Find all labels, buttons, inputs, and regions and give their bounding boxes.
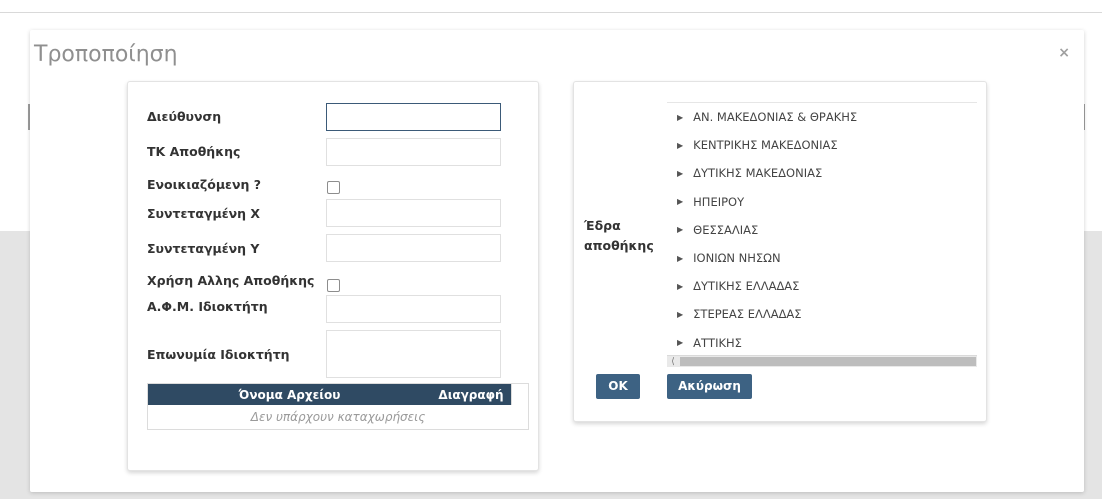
owner-name-textarea[interactable] xyxy=(326,330,501,378)
region-tree-item[interactable]: ▶ ΣΤΕΡΕΑΣ ΕΛΛΑΔΑΣ xyxy=(667,300,977,328)
caret-right-icon[interactable]: ▶ xyxy=(677,197,683,206)
caret-right-icon[interactable]: ▶ xyxy=(677,169,683,178)
region-tree-item[interactable]: ▶ ΑΤΤΙΚΗΣ xyxy=(667,329,977,357)
warehouse-postcode-input[interactable] xyxy=(326,138,501,166)
modal-title: Τροποποίηση xyxy=(34,42,178,67)
column-header-delete[interactable]: Διαγραφή xyxy=(431,388,511,402)
files-table-header: Όνομα Αρχείου Διαγραφή xyxy=(148,384,528,405)
caret-right-icon[interactable]: ▶ xyxy=(677,225,683,234)
region-tree-item[interactable]: ▶ ΗΠΕΙΡΟΥ xyxy=(667,188,977,216)
region-tree-list: ▶ ΑΝ. ΜΑΚΕΔΟΝΙΑΣ & ΘΡΑΚΗΣ ▶ ΚΕΝΤΡΙΚΗΣ ΜΑΚΕΔ… xyxy=(667,103,977,357)
column-header-spacer xyxy=(511,384,528,405)
caret-right-icon[interactable]: ▶ xyxy=(677,338,683,347)
owner-vat-input[interactable] xyxy=(326,295,501,323)
rented-checkbox[interactable] xyxy=(327,181,340,194)
region-tree-item-label: ΙΟΝΙΩΝ ΝΗΣΩΝ xyxy=(693,251,781,266)
caret-right-icon[interactable]: ▶ xyxy=(677,254,683,263)
region-tree-scrollbar[interactable]: ⟨ xyxy=(667,355,977,367)
region-tree-item-label: ΘΕΣΣΑΛΙΑΣ xyxy=(693,222,759,237)
form-panel: Διεύθυνση ΤΚ Αποθήκης Ενοικιαζόμενη ? Συ… xyxy=(127,81,539,471)
region-tree-item[interactable]: ▶ ΙΟΝΙΩΝ ΝΗΣΩΝ xyxy=(667,244,977,272)
region-tree-item-label: ΔΥΤΙΚΗΣ ΜΑΚΕΔΟΝΙΑΣ xyxy=(693,166,823,181)
region-tree-item-label: ΚΕΝΤΡΙΚΗΣ ΜΑΚΕΔΟΝΙΑΣ xyxy=(693,138,838,153)
region-tree-item-label: ΑΤΤΙΚΗΣ xyxy=(693,335,742,350)
scrollbar-thumb[interactable] xyxy=(680,357,976,366)
region-tree-item-label: ΔΥΤΙΚΗΣ ΕΛΛΑΔΑΣ xyxy=(693,279,800,294)
owner-vat-label: Α.Φ.Μ. Ιδιοκτήτη xyxy=(147,299,268,314)
warehouse-postcode-label: ΤΚ Αποθήκης xyxy=(147,144,241,159)
region-tree-item[interactable]: ▶ ΚΕΝΤΡΙΚΗΣ ΜΑΚΕΔΟΝΙΑΣ xyxy=(667,131,977,159)
coordinate-y-label: Συντεταγμένη Υ xyxy=(147,241,260,256)
region-tree-item[interactable]: ▶ ΔΥΤΙΚΗΣ ΕΛΛΑΔΑΣ xyxy=(667,272,977,300)
coordinate-x-label: Συντεταγμένη Χ xyxy=(147,206,261,221)
files-table: Όνομα Αρχείου Διαγραφή Δεν υπάρχουν κατα… xyxy=(147,383,529,430)
coordinate-x-input[interactable] xyxy=(326,199,501,227)
region-panel: Έδρα αποθήκης ▶ ΑΝ. ΜΑΚΕΔΟΝΙΑΣ & ΘΡΑΚΗΣ ▶ Κ… xyxy=(573,81,987,422)
region-tree[interactable]: ▶ ΑΝ. ΜΑΚΕΔΟΝΙΑΣ & ΘΡΑΚΗΣ ▶ ΚΕΝΤΡΙΚΗΣ ΜΑΚΕΔ… xyxy=(667,102,977,367)
address-input[interactable] xyxy=(326,103,501,131)
region-tree-item[interactable]: ▶ ΘΕΣΣΑΛΙΑΣ xyxy=(667,216,977,244)
other-warehouse-checkbox[interactable] xyxy=(327,279,340,292)
region-tree-item-label: ΗΠΕΙΡΟΥ xyxy=(693,194,745,209)
rented-label: Ενοικιαζόμενη ? xyxy=(147,177,261,192)
region-tree-item-label: ΣΤΕΡΕΑΣ ΕΛΛΑΔΑΣ xyxy=(693,307,802,322)
caret-right-icon[interactable]: ▶ xyxy=(677,282,683,291)
region-tree-item[interactable]: ▶ ΔΥΤΙΚΗΣ ΜΑΚΕΔΟΝΙΑΣ xyxy=(667,159,977,187)
ok-button[interactable]: OK xyxy=(596,374,640,399)
caret-right-icon[interactable]: ▶ xyxy=(677,310,683,319)
owner-name-label: Επωνυμία Ιδιοκτήτη xyxy=(147,347,290,362)
chevron-left-icon[interactable]: ⟨ xyxy=(667,356,679,367)
edit-modal: Τροποποίηση × Διεύθυνση ΤΚ Αποθήκης Ενοι… xyxy=(30,30,1084,492)
region-tree-item[interactable]: ▶ ΑΝ. ΜΑΚΕΔΟΝΙΑΣ & ΘΡΑΚΗΣ xyxy=(667,103,977,131)
caret-right-icon[interactable]: ▶ xyxy=(677,141,683,150)
column-header-filename[interactable]: Όνομα Αρχείου xyxy=(148,388,431,402)
files-table-empty-message: Δεν υπάρχουν καταχωρήσεις xyxy=(250,410,426,424)
caret-right-icon[interactable]: ▶ xyxy=(677,113,683,122)
address-label: Διεύθυνση xyxy=(147,109,222,124)
region-label: Έδρα αποθήκης xyxy=(584,218,654,253)
coordinate-y-input[interactable] xyxy=(326,234,501,262)
other-warehouse-label: Χρήση Αλλης Αποθήκης xyxy=(147,273,315,288)
close-icon[interactable]: × xyxy=(1058,45,1070,61)
region-tree-item-label: ΑΝ. ΜΑΚΕΔΟΝΙΑΣ & ΘΡΑΚΗΣ xyxy=(693,110,858,125)
cancel-button[interactable]: Ακύρωση xyxy=(667,374,752,399)
